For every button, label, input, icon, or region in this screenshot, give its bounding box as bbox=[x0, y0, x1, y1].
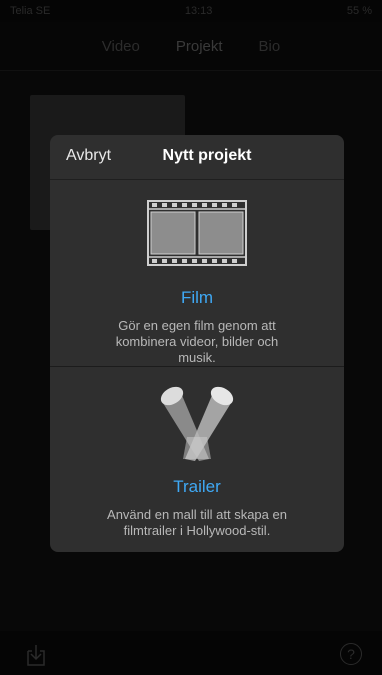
film-option[interactable]: Film Gör en egen film genom att kombiner… bbox=[50, 180, 344, 366]
top-tabs: Video Projekt Bio bbox=[0, 22, 382, 71]
film-label: Film bbox=[180, 288, 214, 307]
tab-bio[interactable]: Bio bbox=[259, 38, 281, 55]
bottom-bar: ? bbox=[0, 631, 382, 675]
help-icon[interactable]: ? bbox=[340, 643, 362, 665]
trailer-option[interactable]: Trailer Använd en mall till att skapa en… bbox=[50, 366, 344, 552]
time-label: 13:13 bbox=[184, 5, 213, 17]
modal-header: Avbryt Nytt projekt bbox=[50, 135, 344, 180]
modal-title: Nytt projekt bbox=[162, 147, 252, 164]
battery-label: 55 % bbox=[346, 5, 372, 17]
new-project-modal: Avbryt Nytt projekt Film Gör en egen fil… bbox=[50, 135, 344, 552]
film-description: Gör en egen film genom att kombinera vid… bbox=[115, 318, 279, 365]
tab-projekt[interactable]: Projekt bbox=[176, 38, 223, 55]
carrier-label: Telia SE bbox=[10, 5, 51, 17]
tab-video[interactable]: Video bbox=[102, 38, 140, 55]
trailer-label: Trailer bbox=[173, 477, 221, 496]
film-strip-icon bbox=[147, 200, 247, 266]
help-symbol: ? bbox=[347, 646, 355, 662]
import-icon[interactable] bbox=[24, 643, 48, 667]
spotlights-icon bbox=[160, 386, 234, 461]
status-bar: Telia SE 13:13 55 % bbox=[0, 0, 382, 22]
trailer-description: Använd en mall till att skapa en filmtra… bbox=[107, 507, 287, 538]
